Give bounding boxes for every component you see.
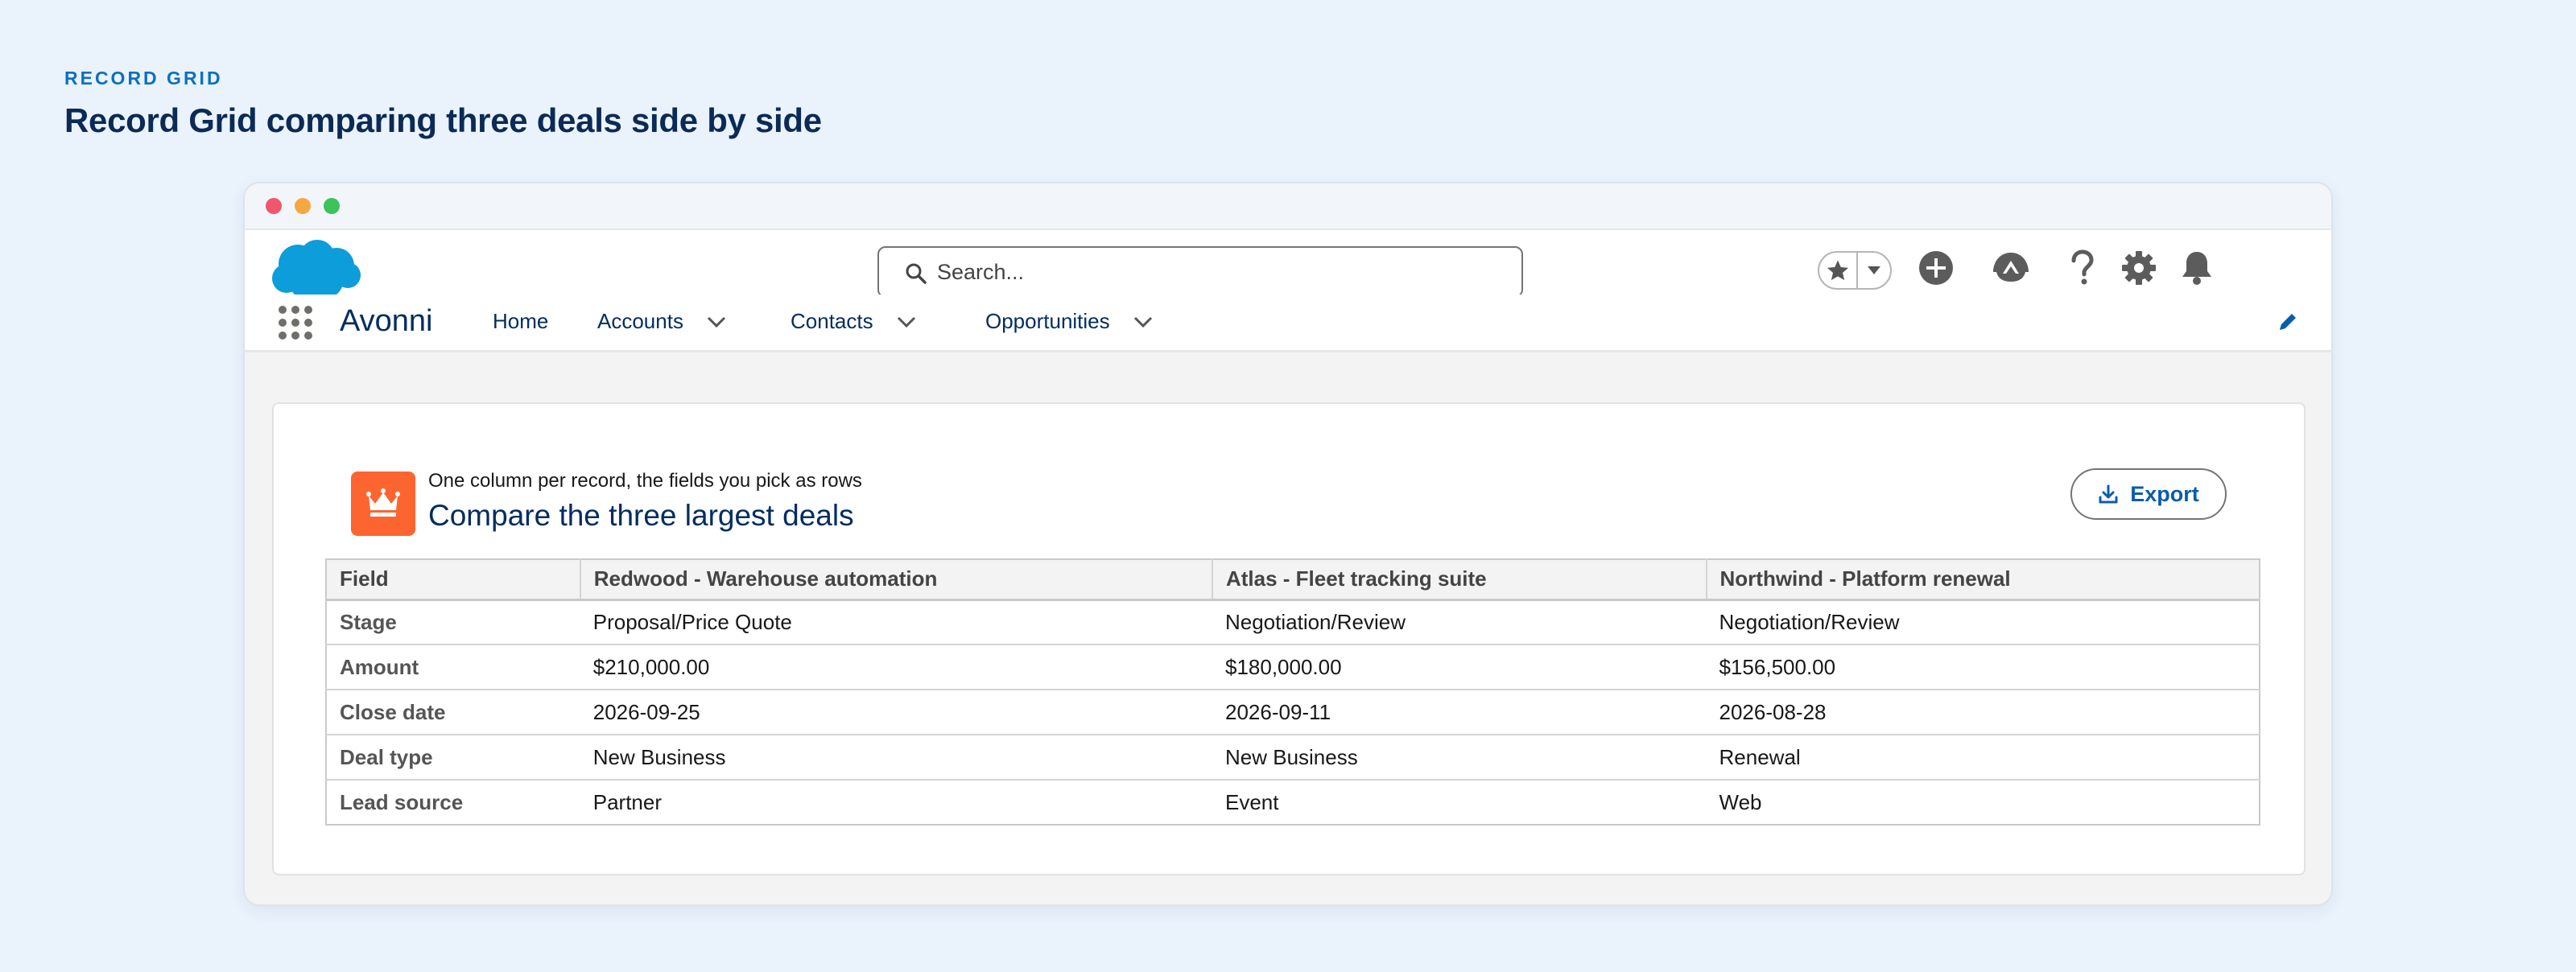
browser-window: Avonni Home Accounts Contacts Opportunit… — [243, 182, 2333, 906]
row-field-name: Stage — [326, 599, 580, 645]
table-cell: $210,000.00 — [580, 645, 1212, 690]
row-field-name: Close date — [326, 690, 580, 735]
nav-item-label: Accounts — [597, 309, 683, 333]
grid-header-row: Field Redwood - Warehouse automation Atl… — [326, 559, 2260, 601]
edit-nav-pencil-icon[interactable] — [2277, 311, 2299, 337]
chevron-down-icon[interactable] — [706, 309, 727, 334]
search-icon — [905, 262, 927, 289]
eyebrow-label: RECORD GRID — [64, 68, 223, 89]
notifications-bell-icon[interactable] — [2180, 249, 2214, 290]
nav-item-accounts[interactable]: Accounts — [597, 309, 727, 334]
app-launcher-icon[interactable] — [277, 304, 314, 345]
maximize-window-dot[interactable] — [324, 198, 340, 214]
table-cell: $180,000.00 — [1212, 645, 1707, 690]
nav-item-home[interactable]: Home — [493, 309, 548, 334]
window-titlebar — [245, 183, 2331, 230]
close-window-dot[interactable] — [266, 198, 282, 214]
table-cell: New Business — [1212, 735, 1707, 780]
table-cell: Partner — [592, 789, 663, 814]
chevron-down-icon[interactable] — [896, 309, 917, 334]
download-icon — [2099, 484, 2118, 504]
row-field-name: Lead source — [340, 789, 464, 814]
export-button-label: Export — [2130, 481, 2199, 506]
table-cell: 2026-09-11 — [1212, 690, 1707, 735]
table-row: Deal type New Business New Business Rene… — [326, 735, 2260, 780]
card-title: Compare the three largest deals — [428, 499, 854, 532]
app-name: Avonni — [340, 304, 433, 338]
chevron-down-icon[interactable] — [1133, 309, 1154, 334]
table-cell: Negotiation/Review — [1706, 599, 2260, 645]
nav-item-opportunities[interactable]: Opportunities — [985, 309, 1154, 334]
table-row: Stage Proposal/Price Quote Negotiation/R… — [326, 599, 2260, 645]
search-input[interactable] — [937, 257, 1501, 286]
table-cell: New Business — [580, 735, 1212, 780]
crown-icon — [351, 472, 415, 536]
help-icon[interactable] — [2066, 249, 2098, 290]
table-cell: Event — [1224, 789, 1279, 814]
table-row: Amount $210,000.00 $180,000.00 $156,500.… — [326, 645, 2260, 690]
column-header[interactable]: Northwind - Platform renewal — [1705, 559, 2260, 601]
record-comparison-grid: Field Redwood - Warehouse automation Atl… — [325, 558, 2260, 826]
export-button[interactable]: Export — [2070, 468, 2227, 520]
column-header[interactable]: Atlas - Fleet tracking suite — [1211, 559, 1707, 601]
nav-item-label: Contacts — [791, 309, 873, 333]
table-row: Lead source Partner Event Web — [326, 780, 2260, 825]
global-search[interactable] — [877, 246, 1523, 298]
page-headline: Record Grid comparing three deals side b… — [64, 101, 822, 139]
favorites-toggle[interactable] — [1818, 251, 1892, 290]
column-header[interactable]: Field — [326, 559, 580, 601]
table-cell: $156,500.00 — [1706, 645, 2260, 690]
app-navigation: Avonni Home Accounts Contacts Opportunit… — [245, 294, 2331, 352]
nav-item-contacts[interactable]: Contacts — [791, 309, 917, 334]
add-icon[interactable] — [1918, 249, 1955, 290]
minimize-window-dot[interactable] — [295, 198, 311, 214]
column-header[interactable]: Redwood - Warehouse automation — [579, 559, 1212, 601]
table-cell: Renewal — [1706, 735, 2260, 780]
table-cell: Web — [1719, 789, 1762, 814]
table-cell: 2026-09-25 — [580, 690, 1212, 735]
table-cell: Proposal/Price Quote — [580, 599, 1212, 645]
trailhead-icon[interactable] — [1992, 249, 2030, 290]
table-cell: 2026-08-28 — [1706, 690, 2260, 735]
favorites-dropdown-icon[interactable] — [1858, 253, 1890, 288]
record-grid-card: One column per record, the fields you pi… — [272, 402, 2306, 875]
nav-item-label: Opportunities — [985, 309, 1110, 333]
table-cell: Negotiation/Review — [1212, 599, 1707, 645]
card-subtitle: One column per record, the fields you pi… — [428, 470, 862, 492]
table-row: Close date 2026-09-25 2026-09-11 2026-08… — [326, 690, 2260, 735]
row-field-name: Deal type — [326, 735, 580, 780]
nav-item-label: Home — [493, 309, 549, 333]
favorites-star-icon[interactable] — [1819, 253, 1858, 288]
setup-gear-icon[interactable] — [2120, 249, 2157, 290]
row-field-name: Amount — [326, 645, 580, 690]
